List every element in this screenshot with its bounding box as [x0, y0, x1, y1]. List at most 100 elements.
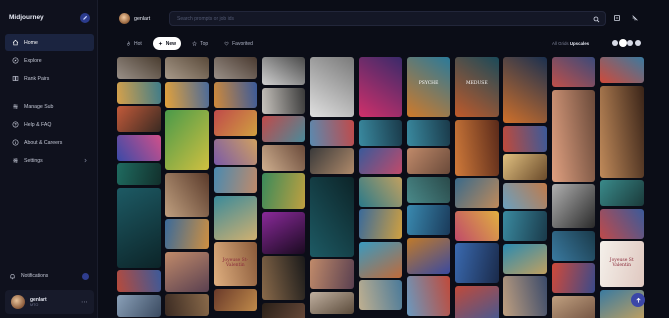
gallery-image[interactable] [261, 173, 306, 209]
gallery-image[interactable] [503, 57, 547, 123]
gallery-image[interactable] [600, 180, 644, 206]
tab-hot[interactable]: Hot [121, 37, 147, 50]
gallery-image[interactable] [455, 243, 499, 283]
notifications-toggle-switch[interactable] [82, 272, 89, 280]
sidebar-item-home[interactable]: Home [5, 34, 94, 51]
sidebar-item-rank-pairs[interactable]: Rank Pairs [5, 70, 94, 87]
gallery-image[interactable] [165, 251, 209, 292]
gallery-image[interactable] [261, 144, 306, 171]
header-avatar[interactable] [119, 13, 130, 24]
gallery-image[interactable] [310, 57, 354, 117]
user-menu[interactable]: genlart MTO ⋯ [5, 290, 94, 314]
sidebar-item-manage-sub[interactable]: Manage Sub [5, 98, 94, 115]
gallery-image[interactable] [310, 176, 354, 257]
gallery-image[interactable] [261, 211, 306, 254]
gallery-image[interactable] [358, 280, 402, 310]
gallery-image[interactable] [503, 125, 547, 152]
gallery-image[interactable] [117, 57, 161, 79]
gallery-image[interactable] [551, 295, 596, 318]
gallery-image[interactable] [406, 176, 451, 203]
gallery-image[interactable] [600, 57, 644, 83]
search-bar[interactable] [169, 11, 606, 26]
gallery-image[interactable] [165, 81, 209, 108]
gallery-image[interactable] [406, 276, 451, 316]
sidebar-item-explore[interactable]: Explore [5, 52, 94, 69]
sort-selector[interactable]: All Grids Upscales [552, 41, 589, 46]
gallery-image[interactable] [213, 138, 258, 165]
sidebar-item-help[interactable]: Help & FAQ [5, 116, 94, 133]
light-mode-icon[interactable] [631, 14, 639, 22]
gallery-image[interactable] [358, 241, 402, 278]
gallery-image[interactable] [551, 89, 596, 182]
gallery-image[interactable] [455, 285, 499, 318]
gallery-image[interactable] [406, 237, 451, 274]
gallery-image[interactable] [117, 134, 161, 161]
gallery-image[interactable]: PSYCHE [406, 57, 451, 117]
gallery-image[interactable] [455, 210, 499, 241]
create-button[interactable] [80, 13, 90, 23]
gallery-image[interactable] [213, 288, 258, 311]
gallery-image[interactable] [551, 184, 596, 228]
gallery-image[interactable] [503, 154, 547, 180]
gallery-image[interactable] [503, 182, 547, 209]
notifications-toggle[interactable]: Notifications [9, 270, 89, 282]
gallery-image[interactable] [503, 211, 547, 241]
gallery-image[interactable] [503, 243, 547, 274]
gallery-image[interactable] [406, 205, 451, 235]
size-option-large[interactable] [627, 40, 633, 46]
tab-favorited[interactable]: Favorited [219, 37, 258, 50]
gallery-image[interactable] [503, 276, 547, 316]
gallery-image[interactable] [213, 195, 258, 240]
gallery-image[interactable] [358, 209, 402, 239]
gallery-image[interactable] [261, 116, 306, 142]
gallery-image[interactable] [117, 187, 161, 268]
search-input[interactable] [170, 12, 605, 25]
gallery-image[interactable] [406, 148, 451, 174]
gallery-image[interactable] [406, 119, 451, 146]
gallery-image[interactable] [165, 110, 209, 170]
size-option-medium[interactable] [619, 40, 626, 46]
gallery-image[interactable] [600, 85, 644, 178]
gallery-image[interactable] [165, 57, 209, 79]
gallery-image[interactable] [261, 87, 306, 114]
more-icon[interactable]: ⋯ [81, 298, 88, 306]
gallery-image[interactable] [455, 119, 499, 176]
gallery-image[interactable] [213, 81, 258, 108]
size-option-small[interactable] [612, 40, 618, 46]
refresh-icon[interactable] [613, 14, 621, 22]
gallery-image[interactable] [117, 294, 161, 317]
gallery-image[interactable]: Joyeuse St Valentin [600, 241, 644, 287]
gallery-image[interactable] [455, 178, 499, 208]
gallery-image[interactable] [551, 263, 596, 293]
gallery-image[interactable] [117, 106, 161, 132]
tab-top[interactable]: Top [187, 37, 213, 50]
tab-new[interactable]: New [152, 37, 182, 50]
search-icon[interactable] [593, 16, 600, 23]
gallery-image[interactable] [117, 163, 161, 185]
gallery-image[interactable] [165, 219, 209, 249]
gallery-image[interactable]: Joyeuse St-Valentin [213, 242, 258, 286]
scroll-to-top-button[interactable] [631, 293, 645, 307]
gallery-image[interactable] [551, 57, 596, 87]
gallery-image[interactable] [358, 176, 402, 207]
gallery-image[interactable] [310, 291, 354, 314]
gallery-image[interactable] [261, 302, 306, 318]
gallery-image[interactable] [213, 57, 258, 79]
gallery-image[interactable] [310, 119, 354, 146]
gallery-image[interactable] [358, 119, 402, 146]
gallery-image[interactable] [117, 81, 161, 104]
gallery-image[interactable] [358, 148, 402, 174]
gallery-image[interactable] [358, 57, 402, 117]
gallery-image[interactable] [165, 294, 209, 316]
gallery-image[interactable] [551, 230, 596, 261]
gallery-image[interactable] [213, 110, 258, 136]
gallery-image[interactable] [165, 172, 209, 217]
gallery-image[interactable]: MEDUSE [455, 57, 499, 117]
gallery-image[interactable] [600, 208, 644, 239]
gallery-image[interactable] [117, 270, 161, 292]
sidebar-item-settings[interactable]: Settings [5, 152, 94, 169]
sidebar-item-about[interactable]: About & Careers [5, 134, 94, 151]
gallery-image[interactable] [213, 167, 258, 193]
size-option-xlarge[interactable] [634, 40, 641, 46]
gallery-image[interactable] [261, 256, 306, 300]
